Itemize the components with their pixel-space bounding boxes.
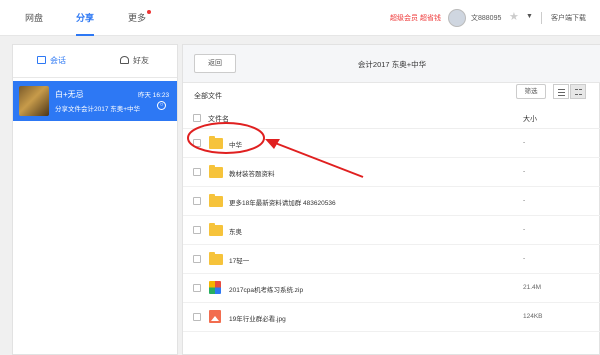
conversation-message: 分享文件会计2017 东奥+中华: [55, 106, 141, 113]
file-row[interactable]: 17轻一 -: [183, 245, 600, 274]
member-star-icon: ★: [509, 11, 519, 23]
nav-share[interactable]: 分享: [76, 0, 95, 36]
conversation-avatar: [19, 86, 49, 116]
notification-dot: [147, 10, 152, 14]
list-line: [558, 92, 565, 93]
vip-link[interactable]: 超级会员 超省钱: [390, 13, 441, 23]
row-checkbox[interactable]: [193, 284, 201, 292]
file-name[interactable]: 教材装答题资料: [229, 168, 275, 178]
file-name[interactable]: 17轻一: [229, 255, 249, 265]
username[interactable]: 文888095: [471, 13, 501, 23]
file-size: 21.4M: [523, 284, 542, 291]
grid-cell: [575, 89, 578, 90]
file-row[interactable]: 19年行业群必看.jpg 124KB: [183, 303, 600, 332]
file-browser-header: 返回 会计2017 东奥+中华: [183, 45, 600, 83]
list-view-icon[interactable]: [553, 84, 569, 99]
grid-cell: [575, 94, 578, 95]
conversation-item[interactable]: 白+无忌 昨天 16:23 分享文件会计2017 东奥+中华 ○: [13, 81, 177, 121]
client-download-link[interactable]: 客户端下载: [551, 13, 586, 23]
page-title: 会计2017 东奥+中华: [357, 60, 427, 69]
folder-icon: [209, 194, 223, 207]
file-size: 124KB: [523, 313, 543, 320]
file-name[interactable]: 更多18年最新资料请加群 483620536: [229, 197, 336, 207]
file-name[interactable]: 东奥: [229, 226, 242, 236]
row-checkbox[interactable]: [193, 168, 201, 176]
row-checkbox[interactable]: [193, 226, 201, 234]
conversation-name: 白+无忌: [55, 90, 84, 99]
grid-cell: [579, 94, 582, 95]
header-divider: [541, 12, 542, 24]
chat-icon: [37, 56, 46, 64]
folder-icon: [209, 252, 223, 265]
grid-cell: [579, 89, 582, 90]
image-file-icon: [209, 310, 221, 323]
folder-icon: [209, 165, 223, 178]
list-line: [558, 95, 565, 96]
row-checkbox[interactable]: [193, 139, 201, 147]
row-checkbox[interactable]: [193, 197, 201, 205]
file-row[interactable]: 2017cpa机考练习系统.zip 21.4M: [183, 274, 600, 303]
nav-netdisk[interactable]: 网盘: [25, 0, 43, 36]
circle-check-icon[interactable]: ○: [157, 101, 166, 110]
file-size: -: [523, 197, 526, 204]
conversation-panel: 会话 好友 白+无忌 昨天 16:23 分享文件会计2017 东奥+中华 ○: [12, 44, 178, 355]
file-name[interactable]: 19年行业群必看.jpg: [229, 313, 286, 323]
top-navigation-bar: 网盘 分享 更多 超级会员 超省钱 文888095 ★ ▼ 客户端下载: [0, 0, 600, 36]
file-row[interactable]: 东奥 -: [183, 216, 600, 245]
select-all-checkbox[interactable]: [193, 114, 201, 122]
tab-session-label: 会话: [50, 56, 66, 65]
tab-session[interactable]: 会话: [37, 55, 66, 66]
file-row[interactable]: 更多18年最新资料请加群 483620536 -: [183, 187, 600, 216]
file-row[interactable]: 教材装答题资料 -: [183, 158, 600, 187]
zip-file-icon: [209, 281, 221, 294]
chevron-down-icon[interactable]: ▼: [526, 13, 533, 20]
file-name[interactable]: 2017cpa机考练习系统.zip: [229, 284, 303, 294]
conversation-time: 昨天 16:23: [138, 92, 170, 99]
nav-more-label: 更多: [128, 13, 147, 23]
file-row[interactable]: 中华 -: [183, 129, 600, 158]
filter-button[interactable]: 筛选: [516, 84, 546, 99]
breadcrumb[interactable]: 全部文件: [194, 91, 222, 101]
column-size[interactable]: 大小: [523, 114, 537, 124]
avatar[interactable]: [448, 9, 466, 27]
column-filename[interactable]: 文件名: [208, 114, 229, 124]
file-size: -: [523, 168, 526, 175]
folder-icon: [209, 136, 223, 149]
grid-view-icon[interactable]: [570, 84, 586, 99]
tab-friends-label: 好友: [133, 56, 149, 65]
file-size: -: [523, 226, 526, 233]
tab-friends[interactable]: 好友: [120, 55, 149, 66]
conversation-tabs: 会话 好友: [13, 45, 177, 78]
file-name[interactable]: 中华: [229, 139, 242, 149]
file-size: -: [523, 255, 526, 262]
person-icon: [120, 56, 129, 64]
row-checkbox[interactable]: [193, 313, 201, 321]
row-checkbox[interactable]: [193, 255, 201, 263]
list-line: [558, 89, 565, 90]
file-browser-panel: 返回 会计2017 东奥+中华 全部文件 筛选 文件名 大小 中华 - 教材装答题资…: [182, 44, 600, 355]
file-size: -: [523, 139, 526, 146]
folder-icon: [209, 223, 223, 236]
file-list-header: 文件名 大小: [183, 107, 600, 129]
nav-more[interactable]: 更多: [128, 0, 152, 36]
